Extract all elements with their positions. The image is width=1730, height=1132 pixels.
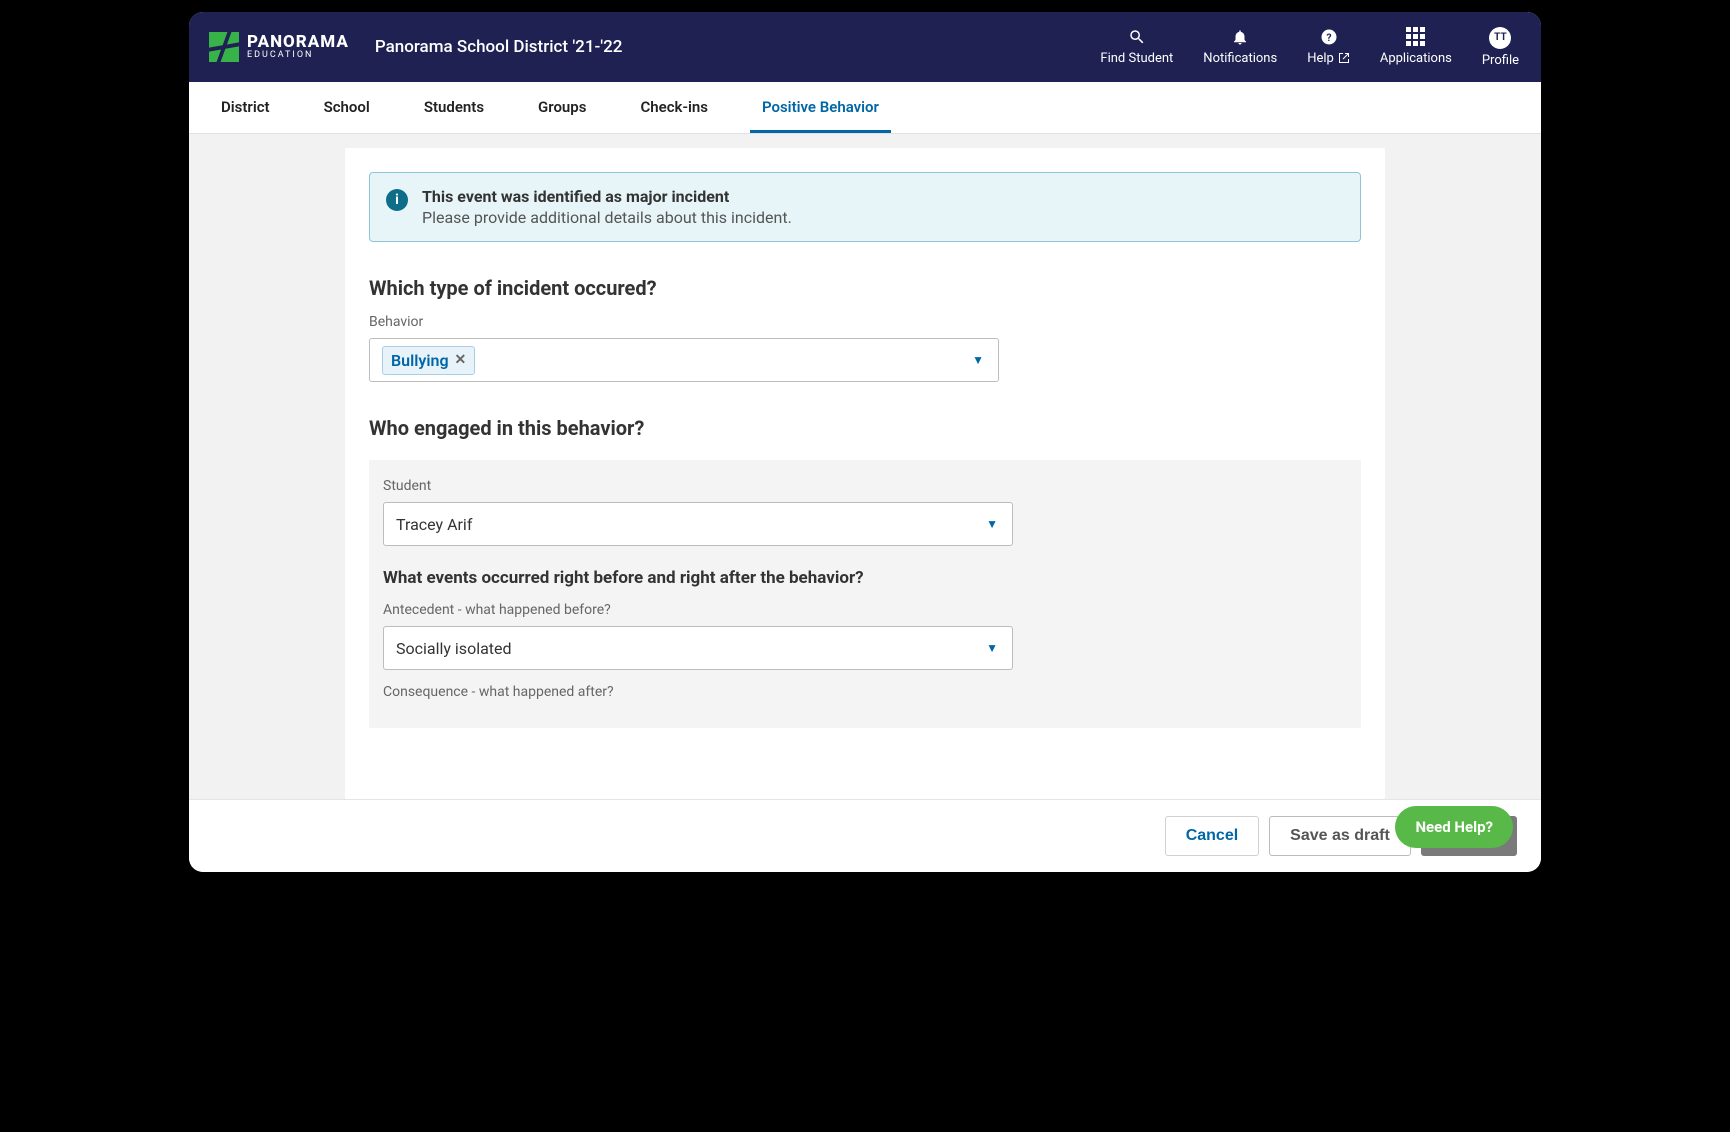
events-heading: What events occurred right before and ri…	[383, 568, 1347, 588]
tab-positive-behavior[interactable]: Positive Behavior	[750, 82, 891, 133]
alert-title: This event was identified as major incid…	[422, 187, 792, 206]
cancel-button[interactable]: Cancel	[1165, 816, 1259, 856]
main-tabs: District School Students Groups Check-in…	[189, 82, 1541, 134]
help-button[interactable]: ? Help	[1307, 27, 1350, 66]
antecedent-select[interactable]: Socially isolated ▼	[383, 626, 1013, 670]
tab-district[interactable]: District	[209, 82, 282, 133]
major-incident-alert: i This event was identified as major inc…	[369, 172, 1361, 242]
search-icon	[1127, 27, 1147, 47]
page-body: i This event was identified as major inc…	[189, 134, 1541, 799]
tab-checkins[interactable]: Check-ins	[628, 82, 719, 133]
find-student-label: Find Student	[1100, 51, 1173, 66]
apps-grid-icon	[1406, 27, 1426, 47]
notifications-button[interactable]: Notifications	[1203, 27, 1277, 66]
behavior-label: Behavior	[369, 314, 1361, 330]
find-student-button[interactable]: Find Student	[1100, 27, 1173, 66]
antecedent-value: Socially isolated	[396, 639, 512, 658]
help-icon: ?	[1319, 27, 1339, 47]
top-bar-right: Find Student Notifications ? Help	[1100, 27, 1519, 68]
applications-label: Applications	[1380, 51, 1452, 66]
profile-button[interactable]: TT Profile	[1482, 27, 1519, 68]
remove-chip-icon[interactable]: ✕	[455, 352, 467, 368]
logo-text: PANORAMA EDUCATION	[247, 35, 349, 58]
chevron-down-icon: ▼	[972, 353, 984, 367]
save-draft-button[interactable]: Save as draft	[1269, 816, 1411, 856]
who-engaged-heading: Who engaged in this behavior?	[369, 416, 1361, 440]
top-bar: PANORAMA EDUCATION Panorama School Distr…	[189, 12, 1541, 82]
behavior-chip: Bullying ✕	[382, 346, 475, 375]
brand-logo[interactable]: PANORAMA EDUCATION	[209, 32, 349, 62]
need-help-button[interactable]: Need Help?	[1395, 806, 1513, 848]
external-link-icon	[1338, 52, 1350, 64]
brand-name: PANORAMA	[247, 35, 349, 50]
student-label: Student	[383, 478, 1347, 494]
logo-mark-icon	[209, 32, 239, 62]
applications-button[interactable]: Applications	[1380, 27, 1452, 66]
profile-label: Profile	[1482, 53, 1519, 68]
tab-students[interactable]: Students	[412, 82, 496, 133]
student-block: Student Tracey Arif ▼ What events occurr…	[369, 460, 1361, 728]
behavior-select[interactable]: Bullying ✕ ▼	[369, 338, 999, 382]
student-value: Tracey Arif	[396, 515, 472, 534]
app-window: PANORAMA EDUCATION Panorama School Distr…	[189, 12, 1541, 872]
svg-text:?: ?	[1326, 30, 1331, 43]
district-name: Panorama School District '21-'22	[375, 37, 623, 57]
form-footer: Cancel Save as draft Submit	[189, 799, 1541, 872]
chevron-down-icon: ▼	[986, 641, 998, 655]
help-label: Help	[1307, 51, 1334, 66]
bell-icon	[1230, 27, 1250, 47]
alert-subtitle: Please provide additional details about …	[422, 208, 792, 227]
info-icon: i	[386, 189, 408, 211]
avatar-icon: TT	[1489, 27, 1511, 49]
incident-form-card: i This event was identified as major inc…	[345, 148, 1385, 799]
tab-groups[interactable]: Groups	[526, 82, 598, 133]
behavior-chip-text: Bullying	[391, 351, 449, 370]
notifications-label: Notifications	[1203, 51, 1277, 66]
incident-type-heading: Which type of incident occured?	[369, 276, 1361, 300]
student-select[interactable]: Tracey Arif ▼	[383, 502, 1013, 546]
chevron-down-icon: ▼	[986, 517, 998, 531]
tab-school[interactable]: School	[312, 82, 382, 133]
consequence-label: Consequence - what happened after?	[383, 684, 1347, 700]
antecedent-label: Antecedent - what happened before?	[383, 602, 1347, 618]
